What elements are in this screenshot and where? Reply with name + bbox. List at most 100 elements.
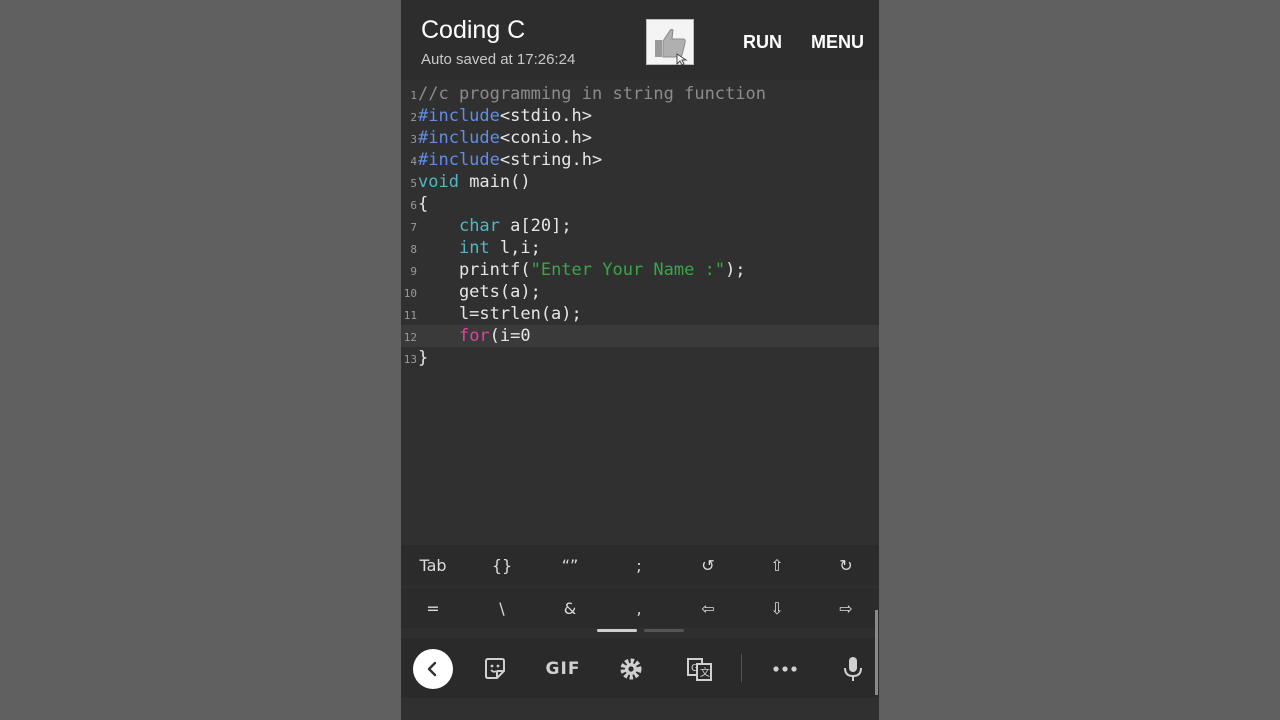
- code-token-pre: #include: [418, 106, 500, 126]
- line-number: 10: [403, 287, 417, 300]
- key-equals[interactable]: =: [401, 599, 467, 618]
- code-token-type: int: [458, 238, 490, 258]
- code-text: #include<stdio.h>: [418, 105, 592, 127]
- code-text: #include<string.h>: [418, 149, 602, 171]
- more-horizontal-icon[interactable]: [765, 649, 805, 689]
- code-token-plain: );: [725, 260, 746, 280]
- gear-icon[interactable]: [611, 649, 651, 689]
- line-number: 1: [410, 89, 417, 102]
- code-token-plain: l=strlen(a);: [418, 304, 582, 324]
- code-line[interactable]: 9 printf("Enter Your Name :");: [401, 259, 879, 281]
- navigation-strip: [401, 698, 879, 720]
- key-quotes[interactable]: “”: [536, 556, 604, 575]
- run-button[interactable]: RUN: [743, 32, 782, 53]
- symbol-page-indicator: [644, 629, 684, 632]
- menu-button[interactable]: MENU: [811, 32, 864, 53]
- code-token-comment: //c programming in string function: [418, 84, 766, 104]
- code-token-plain: main(): [458, 172, 531, 192]
- line-number: 9: [410, 265, 417, 278]
- code-text: int l,i;: [418, 237, 541, 259]
- line-number: 11: [403, 309, 417, 322]
- code-token-pre: #include: [418, 128, 500, 148]
- code-token-type: char: [458, 216, 500, 236]
- code-text: }: [418, 347, 428, 369]
- line-number: 3: [410, 133, 417, 146]
- thumbs-up-button[interactable]: [646, 19, 694, 66]
- code-line[interactable]: 11 l=strlen(a);: [401, 303, 879, 325]
- code-token-kw: for: [458, 326, 490, 346]
- line-number: 4: [410, 155, 417, 168]
- key-ampersand[interactable]: &: [536, 599, 604, 618]
- code-line[interactable]: 5 void main(): [401, 171, 879, 193]
- toolbar-divider: [741, 654, 742, 682]
- svg-text:文: 文: [700, 666, 710, 679]
- code-token-plain: <stdio.h>: [499, 106, 593, 126]
- code-token-plain: printf(: [418, 260, 531, 280]
- key-comma[interactable]: ,: [605, 599, 673, 618]
- app-header: Coding C Auto saved at 17:26:24 RUN MENU: [401, 0, 879, 80]
- key-braces[interactable]: {}: [468, 556, 536, 575]
- code-text: #include<conio.h>: [418, 127, 592, 149]
- translate-icon[interactable]: G文: [680, 649, 720, 689]
- line-number: 5: [410, 177, 417, 190]
- gif-button[interactable]: GIF: [542, 649, 584, 689]
- gif-label: GIF: [545, 659, 581, 679]
- line-number: 7: [410, 221, 417, 234]
- code-text: for(i=0: [418, 325, 531, 347]
- code-line[interactable]: 6{: [401, 193, 879, 215]
- code-text: char a[20];: [418, 215, 572, 237]
- code-token-type: void: [418, 172, 459, 192]
- key-undo[interactable]: ↺: [674, 556, 742, 575]
- code-token-plain: a[20];: [499, 216, 572, 236]
- key-left[interactable]: ⇦: [674, 599, 742, 618]
- code-token-plain: l,i;: [489, 238, 541, 258]
- code-line[interactable]: 7 char a[20];: [401, 215, 879, 237]
- code-editor[interactable]: 1//c programming in string function 2 #inc…: [401, 80, 879, 545]
- sticker-icon[interactable]: [475, 649, 515, 689]
- code-line[interactable]: 12 for(i=0: [401, 325, 879, 347]
- code-line[interactable]: 10 gets(a);: [401, 281, 879, 303]
- code-text: void main(): [418, 171, 531, 193]
- keyboard-scrollbar[interactable]: [875, 610, 878, 695]
- key-down[interactable]: ⇩: [743, 599, 811, 618]
- line-number: 12: [403, 331, 417, 344]
- code-line[interactable]: 8 int l,i;: [401, 237, 879, 259]
- code-token-plain: <conio.h>: [499, 128, 593, 148]
- chevron-left-icon[interactable]: [413, 649, 453, 689]
- code-token-plain: (i=0: [489, 326, 531, 346]
- line-number: 13: [403, 353, 417, 366]
- code-line[interactable]: 13}: [401, 347, 879, 369]
- code-token-str: "Enter Your Name :": [530, 260, 726, 280]
- code-text: {: [418, 193, 428, 215]
- right-letterbox: [879, 0, 1280, 720]
- app-title: Coding C: [421, 16, 526, 44]
- left-letterbox: [0, 0, 401, 720]
- code-line[interactable]: 1//c programming in string function: [401, 83, 879, 105]
- key-backslash[interactable]: \: [468, 599, 536, 618]
- code-token-plain: {: [418, 194, 429, 214]
- key-semicolon[interactable]: ;: [605, 556, 673, 575]
- code-token-plain: gets(a);: [418, 282, 541, 302]
- code-text: printf("Enter Your Name :");: [418, 259, 746, 281]
- symbol-key-row-1: Tab{} “”; ↺ ⇧ ↻: [401, 545, 879, 585]
- code-line[interactable]: 2 #include<stdio.h>: [401, 105, 879, 127]
- line-number: 8: [410, 243, 417, 256]
- microphone-icon[interactable]: [833, 649, 873, 689]
- keyboard-toolbar: GIF G文: [401, 638, 879, 698]
- phone-screen: Coding C Auto saved at 17:26:24 RUN MENU…: [401, 0, 879, 720]
- key-tab[interactable]: Tab: [401, 556, 467, 575]
- code-line[interactable]: 4 #include<string.h>: [401, 149, 879, 171]
- symbol-page-indicator-active: [597, 629, 637, 632]
- code-text: gets(a);: [418, 281, 541, 303]
- code-token-pre: #include: [418, 150, 500, 170]
- key-redo[interactable]: ↻: [812, 556, 879, 575]
- code-text: //c programming in string function: [418, 83, 766, 105]
- key-right[interactable]: ⇨: [812, 599, 879, 618]
- code-line[interactable]: 3 #include<conio.h>: [401, 127, 879, 149]
- line-number: 6: [410, 199, 417, 212]
- key-up[interactable]: ⇧: [743, 556, 811, 575]
- code-token-plain: }: [418, 348, 429, 368]
